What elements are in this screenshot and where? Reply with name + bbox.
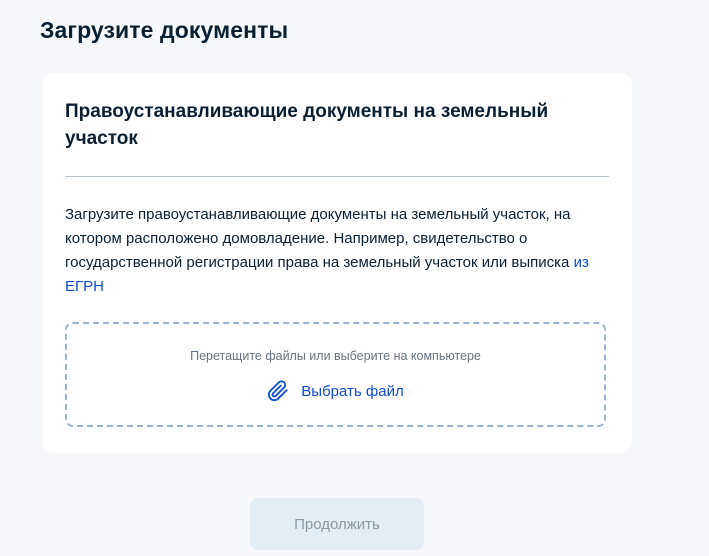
file-dropzone[interactable]: Перетащите файлы или выберите на компьют… [65,322,606,427]
dropzone-hint: Перетащите файлы или выберите на компьют… [190,349,481,363]
document-upload-card: Правоустанавливающие документы на земель… [42,73,632,453]
choose-file-button[interactable]: Выбрать файл [67,380,604,402]
card-title: Правоустанавливающие документы на земель… [65,101,549,149]
page-title: Загрузите документы [40,17,289,43]
divider [65,176,609,177]
choose-file-label: Выбрать файл [301,382,404,400]
description-text: Загрузите правоустанавливающие документы… [65,206,571,271]
continue-button[interactable]: Продолжить [250,498,424,550]
card-description: Загрузите правоустанавливающие документы… [65,203,615,299]
paperclip-icon [267,380,289,402]
